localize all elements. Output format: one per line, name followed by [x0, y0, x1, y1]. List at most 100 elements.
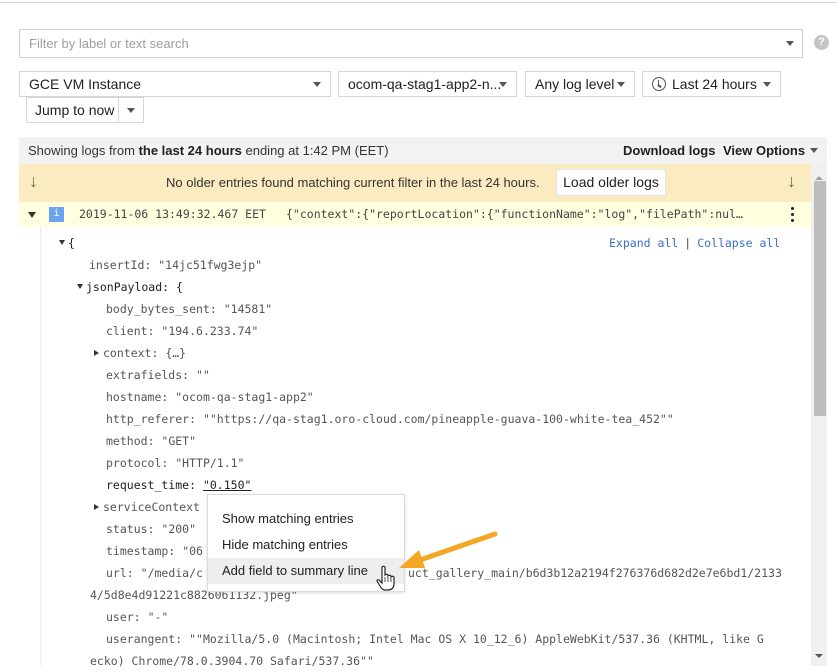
top-divider — [0, 2, 837, 3]
field-key: url: — [106, 566, 134, 580]
more-vert-icon[interactable] — [791, 207, 795, 225]
field-value[interactable]: {…} — [165, 346, 186, 360]
field-row[interactable]: http_referer: ""https://qa-stag1.oro-clo… — [106, 408, 674, 430]
field-key: serviceContext — [103, 500, 200, 514]
load-older-logs-button[interactable]: Load older logs — [556, 169, 666, 196]
field-key: http_referer: — [106, 412, 197, 426]
time-range-label: Last 24 hours — [672, 76, 757, 92]
field-row[interactable]: user: "-" — [106, 606, 168, 628]
field-key: userangent: — [106, 632, 183, 646]
entry-summary: {"context":{"reportLocation":{"functionN… — [286, 207, 743, 221]
scroll-down-icon[interactable] — [815, 654, 823, 658]
status-range: the last 24 hours — [138, 143, 242, 158]
status-bar: Showing logs from the last 24 hours endi… — [19, 137, 827, 164]
field-key: extrafields: — [106, 368, 190, 382]
field-value[interactable]: "HTTP/1.1" — [175, 456, 244, 470]
menu-item-add-to-summary[interactable]: Add field to summary line — [208, 558, 404, 584]
field-key: request_time: — [106, 478, 197, 492]
scroll-up-icon[interactable] — [815, 176, 823, 180]
field-row[interactable]: protocol: "HTTP/1.1" — [106, 452, 245, 474]
field-key: insertId: — [89, 258, 152, 272]
field-row[interactable]: timestamp: "06 — [106, 540, 203, 562]
view-options-button[interactable]: View Options — [723, 137, 805, 164]
field-row[interactable]: client: "194.6.233.74" — [106, 320, 258, 342]
field-row[interactable]: method: "GET" — [106, 430, 196, 452]
field-value[interactable]: "14581" — [224, 302, 272, 316]
filter-search-box[interactable] — [19, 29, 803, 58]
collapsed-icon[interactable] — [94, 504, 99, 510]
log-level-label: Any log level — [535, 76, 615, 92]
chevron-down-icon — [499, 82, 507, 87]
expand-all-link[interactable]: Expand all — [609, 236, 678, 250]
field-key: body_bytes_sent: — [106, 302, 217, 316]
collapse-entry-icon[interactable] — [28, 212, 36, 218]
jump-to-now-button[interactable]: Jump to now — [35, 98, 114, 122]
field-value[interactable]: "" — [196, 368, 210, 382]
time-range-dropdown[interactable]: Last 24 hours — [642, 71, 781, 97]
field-value[interactable]: "194.6.233.74" — [161, 324, 258, 338]
field-row-jsonpayload[interactable]: jsonPayload: { — [77, 276, 183, 298]
field-key: user: — [106, 610, 141, 624]
older-entries-banner: ↓ No older entries found matching curren… — [19, 164, 811, 202]
field-row[interactable]: body_bytes_sent: "14581" — [106, 298, 272, 320]
field-row-context[interactable]: context: {…} — [94, 342, 186, 364]
useragent-value-wrap[interactable]: ecko) Chrome/78.0.3904.70 Safari/537.36"… — [90, 650, 374, 672]
open-brace: { — [68, 236, 75, 250]
expanded-icon[interactable] — [77, 284, 83, 289]
field-value[interactable]: "14jc51fwg3ejp" — [158, 258, 262, 272]
field-row[interactable]: insertId: "14jc51fwg3ejp" — [89, 254, 262, 276]
field-row[interactable]: extrafields: "" — [106, 364, 210, 386]
field-value[interactable]: "ocom-qa-stag1-app2" — [175, 390, 313, 404]
filter-input[interactable] — [20, 30, 760, 57]
field-value[interactable]: "-" — [148, 610, 169, 624]
field-value[interactable]: "GET" — [161, 434, 196, 448]
help-icon[interactable]: ? — [814, 35, 829, 50]
entry-timestamp: 2019-11-06 13:49:32.467 EET — [79, 207, 266, 221]
expand-collapse-links: Expand all | Collapse all — [609, 236, 780, 250]
expanded-icon[interactable] — [59, 240, 65, 245]
field-key: timestamp: — [106, 544, 176, 558]
resource-type-label: GCE VM Instance — [29, 76, 142, 92]
jump-to-now-split-button: Jump to now — [26, 97, 144, 123]
status-suffix: ending at 1:42 PM (EET) — [241, 143, 389, 158]
log-level-dropdown[interactable]: Any log level — [525, 71, 635, 97]
view-options-caret-icon[interactable] — [810, 148, 818, 153]
field-row-request-time[interactable]: request_time: "0.150" — [106, 474, 251, 496]
filter-dropdown-caret-icon[interactable] — [786, 41, 794, 46]
field-value[interactable]: "200" — [161, 522, 196, 536]
field-key: client: — [106, 324, 155, 338]
menu-item-show-matching[interactable]: Show matching entries — [208, 506, 404, 532]
field-key: context: — [103, 346, 159, 360]
field-row-url[interactable]: url: "/media/c — [106, 562, 203, 584]
field-value[interactable]: ""https://qa-stag1.oro-cloud.com/pineapp… — [203, 412, 674, 426]
field-value: { — [176, 280, 183, 294]
tree-root[interactable]: { — [59, 232, 75, 254]
download-logs-button[interactable]: Download logs — [623, 137, 715, 164]
field-value-selected[interactable]: "0.150" — [203, 478, 251, 492]
status-prefix: Showing logs from — [28, 143, 139, 158]
resource-type-dropdown[interactable]: GCE VM Instance — [19, 71, 331, 97]
log-entry-row[interactable]: i 2019-11-06 13:49:32.467 EET {"context"… — [19, 202, 811, 227]
field-row[interactable]: hostname: "ocom-qa-stag1-app2" — [106, 386, 314, 408]
arrow-down-icon: ↓ — [29, 171, 38, 191]
clock-icon — [652, 77, 666, 91]
callout-arrow-icon — [399, 531, 498, 568]
menu-item-hide-matching[interactable]: Hide matching entries — [208, 532, 404, 558]
scrollbar-thumb[interactable] — [814, 181, 826, 416]
chevron-down-icon — [617, 82, 625, 87]
field-row-servicecontext[interactable]: serviceContext — [94, 496, 200, 518]
field-row[interactable]: status: "200" — [106, 518, 196, 540]
jump-options-caret-icon[interactable] — [127, 108, 135, 113]
field-key: jsonPayload: — [86, 280, 170, 294]
collapsed-icon[interactable] — [94, 350, 99, 356]
field-value[interactable]: "/media/c — [141, 566, 203, 580]
field-value[interactable]: ""Mozilla/5.0 (Macintosh; Intel Mac OS X… — [189, 632, 764, 646]
field-value[interactable]: "06 — [182, 544, 203, 558]
vertical-scrollbar[interactable] — [811, 164, 827, 666]
field-row[interactable]: userangent: ""Mozilla/5.0 (Macintosh; In… — [106, 628, 764, 650]
older-entries-message: No older entries found matching current … — [166, 175, 540, 190]
collapse-all-link[interactable]: Collapse all — [697, 236, 780, 250]
log-name-dropdown[interactable]: ocom-qa-stag1-app2-n... — [338, 71, 517, 97]
field-key: status: — [106, 522, 155, 536]
arrow-down-icon[interactable]: ↓ — [787, 171, 796, 192]
